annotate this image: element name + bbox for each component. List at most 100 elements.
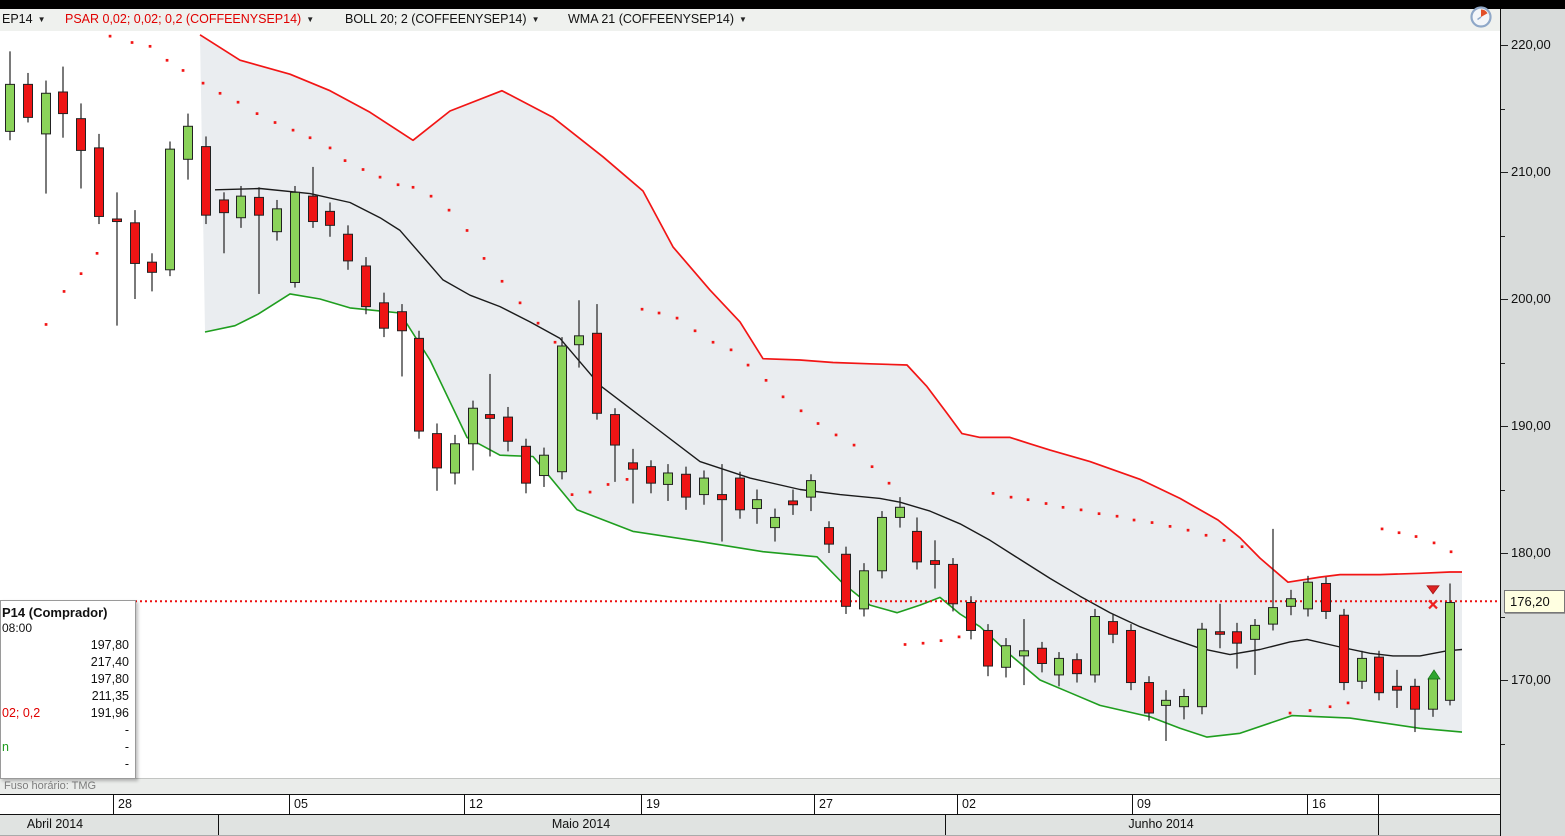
candle-down[interactable]: [912, 530, 922, 563]
candle-down[interactable]: [1321, 582, 1331, 612]
candle-up[interactable]: [165, 148, 175, 271]
indicator-menu-item[interactable]: BOLL 20; 2 (COFFEENYSEP14) ▼: [345, 12, 539, 26]
candle-up[interactable]: [290, 191, 300, 283]
candle-up[interactable]: [699, 477, 709, 496]
candle-down[interactable]: [841, 553, 851, 607]
chevron-down-icon[interactable]: ▼: [739, 15, 747, 24]
candle-down[interactable]: [1232, 631, 1242, 644]
candle-down[interactable]: [717, 494, 727, 501]
candle-down[interactable]: [1392, 685, 1402, 691]
indicator-menu-item[interactable]: PSAR 0,02; 0,02; 0,2 (COFFEENYSEP14) ▼: [65, 12, 314, 26]
candle-down[interactable]: [23, 83, 33, 118]
candle-down[interactable]: [379, 302, 389, 329]
psar-dot: [588, 490, 592, 494]
candle-down[interactable]: [76, 118, 86, 151]
month-axis[interactable]: Abril 2014 Maio 2014 Junho 2014: [0, 815, 1500, 836]
candle-down[interactable]: [414, 337, 424, 432]
candle-down[interactable]: [130, 222, 140, 264]
candle-down[interactable]: [521, 445, 531, 484]
candle-up[interactable]: [450, 443, 460, 474]
candle-up[interactable]: [1197, 628, 1207, 708]
candle-up[interactable]: [806, 480, 816, 498]
candle-up[interactable]: [663, 472, 673, 485]
candle-down[interactable]: [966, 602, 976, 631]
candle-up[interactable]: [557, 345, 567, 473]
chevron-down-icon[interactable]: ▼: [306, 15, 314, 24]
candle-up[interactable]: [1445, 602, 1455, 701]
candle-down[interactable]: [1339, 614, 1349, 684]
candle-down[interactable]: [1037, 647, 1047, 664]
candle-down[interactable]: [930, 560, 940, 565]
candle-down[interactable]: [201, 146, 211, 216]
candle-down[interactable]: [646, 466, 656, 484]
indicator-menu-item[interactable]: WMA 21 (COFFEENYSEP14) ▼: [568, 12, 747, 26]
candle-down[interactable]: [1126, 629, 1136, 684]
candle-up[interactable]: [1090, 616, 1100, 676]
candle-up[interactable]: [752, 499, 762, 510]
chevron-down-icon[interactable]: ▼: [532, 15, 540, 24]
candle-down[interactable]: [1144, 682, 1154, 714]
candle-up[interactable]: [1428, 678, 1438, 710]
candle-up[interactable]: [859, 570, 869, 610]
candle-up[interactable]: [1357, 657, 1367, 682]
candle-up[interactable]: [895, 506, 905, 518]
candle-down[interactable]: [1108, 621, 1118, 635]
candle-up[interactable]: [1268, 607, 1278, 625]
candle-down[interactable]: [308, 195, 318, 223]
candle-down[interactable]: [147, 261, 157, 273]
candle-down[interactable]: [948, 563, 958, 605]
candle-up[interactable]: [1161, 699, 1171, 706]
candle-down[interactable]: [1374, 656, 1384, 694]
candle-down[interactable]: [681, 473, 691, 498]
candle-down[interactable]: [592, 332, 602, 414]
candle-down[interactable]: [1215, 631, 1225, 635]
candle-up[interactable]: [183, 125, 193, 160]
candle-down[interactable]: [254, 196, 264, 216]
chevron-down-icon[interactable]: ▼: [38, 15, 46, 24]
candle-up[interactable]: [41, 92, 51, 135]
candle-up[interactable]: [574, 335, 584, 346]
candle-up[interactable]: [272, 208, 282, 233]
candle-up[interactable]: [1001, 645, 1011, 668]
candle-down[interactable]: [1072, 659, 1082, 675]
psar-dot: [361, 168, 365, 171]
candle-down[interactable]: [361, 265, 371, 308]
candle-down[interactable]: [610, 414, 620, 446]
candle-down[interactable]: [219, 199, 229, 214]
candle-down[interactable]: [325, 210, 335, 226]
candle-up[interactable]: [877, 516, 887, 572]
candle-down[interactable]: [485, 414, 495, 419]
candle-down[interactable]: [94, 147, 104, 217]
candle-down[interactable]: [343, 233, 353, 262]
psar-dot: [201, 81, 205, 85]
candle-down[interactable]: [824, 527, 834, 545]
price-axis[interactable]: 176,20 220,00 210,00 200,00 190,00 180,00 170…: [1500, 9, 1565, 836]
indicator-menu-item[interactable]: EP14 ▼: [2, 12, 46, 26]
candle-down[interactable]: [112, 218, 122, 223]
candle-down[interactable]: [397, 311, 407, 332]
candle-down[interactable]: [628, 462, 638, 470]
candle-down[interactable]: [1410, 685, 1420, 710]
candle-up[interactable]: [539, 454, 549, 477]
candle-up[interactable]: [1019, 650, 1029, 657]
candle-up[interactable]: [5, 83, 15, 132]
candle-up[interactable]: [468, 407, 478, 445]
candle-up[interactable]: [770, 516, 780, 529]
date-axis[interactable]: 28 05 12 19 27 02 09 16: [0, 794, 1500, 815]
candle-up[interactable]: [236, 195, 246, 219]
tooltip-row: 197,80: [1, 672, 135, 689]
candle-up[interactable]: [1179, 696, 1189, 708]
candle-down[interactable]: [788, 500, 798, 506]
candle-up[interactable]: [1303, 581, 1313, 610]
candle-up[interactable]: [1250, 624, 1260, 640]
candle-down[interactable]: [432, 433, 442, 469]
candlestick-chart[interactable]: [0, 0, 1500, 778]
psar-dot: [1150, 521, 1154, 524]
candle-down[interactable]: [503, 416, 513, 442]
candle-down[interactable]: [735, 477, 745, 511]
candle-down[interactable]: [58, 91, 68, 115]
price-tick: [1501, 172, 1508, 173]
candle-up[interactable]: [1054, 657, 1064, 676]
candle-down[interactable]: [983, 629, 993, 667]
candle-up[interactable]: [1286, 598, 1296, 607]
